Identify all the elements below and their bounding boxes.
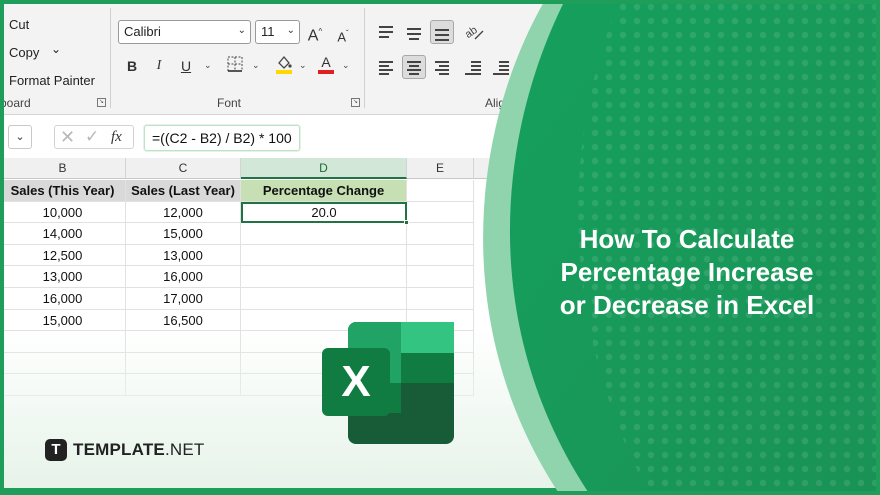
title-line-3: or Decrease in Excel: [559, 290, 815, 320]
excel-logo-letter: X: [341, 357, 370, 406]
excel-logo-icon: X: [322, 322, 454, 444]
title-line-2: Percentage Increase: [560, 257, 814, 287]
page-frame: Cut Copy ⌄ Format Painter board ↘ Calibr…: [0, 0, 880, 495]
page-title: How To Calculate Percentage Increase or …: [537, 223, 837, 322]
title-line-1: How To Calculate: [579, 224, 795, 254]
